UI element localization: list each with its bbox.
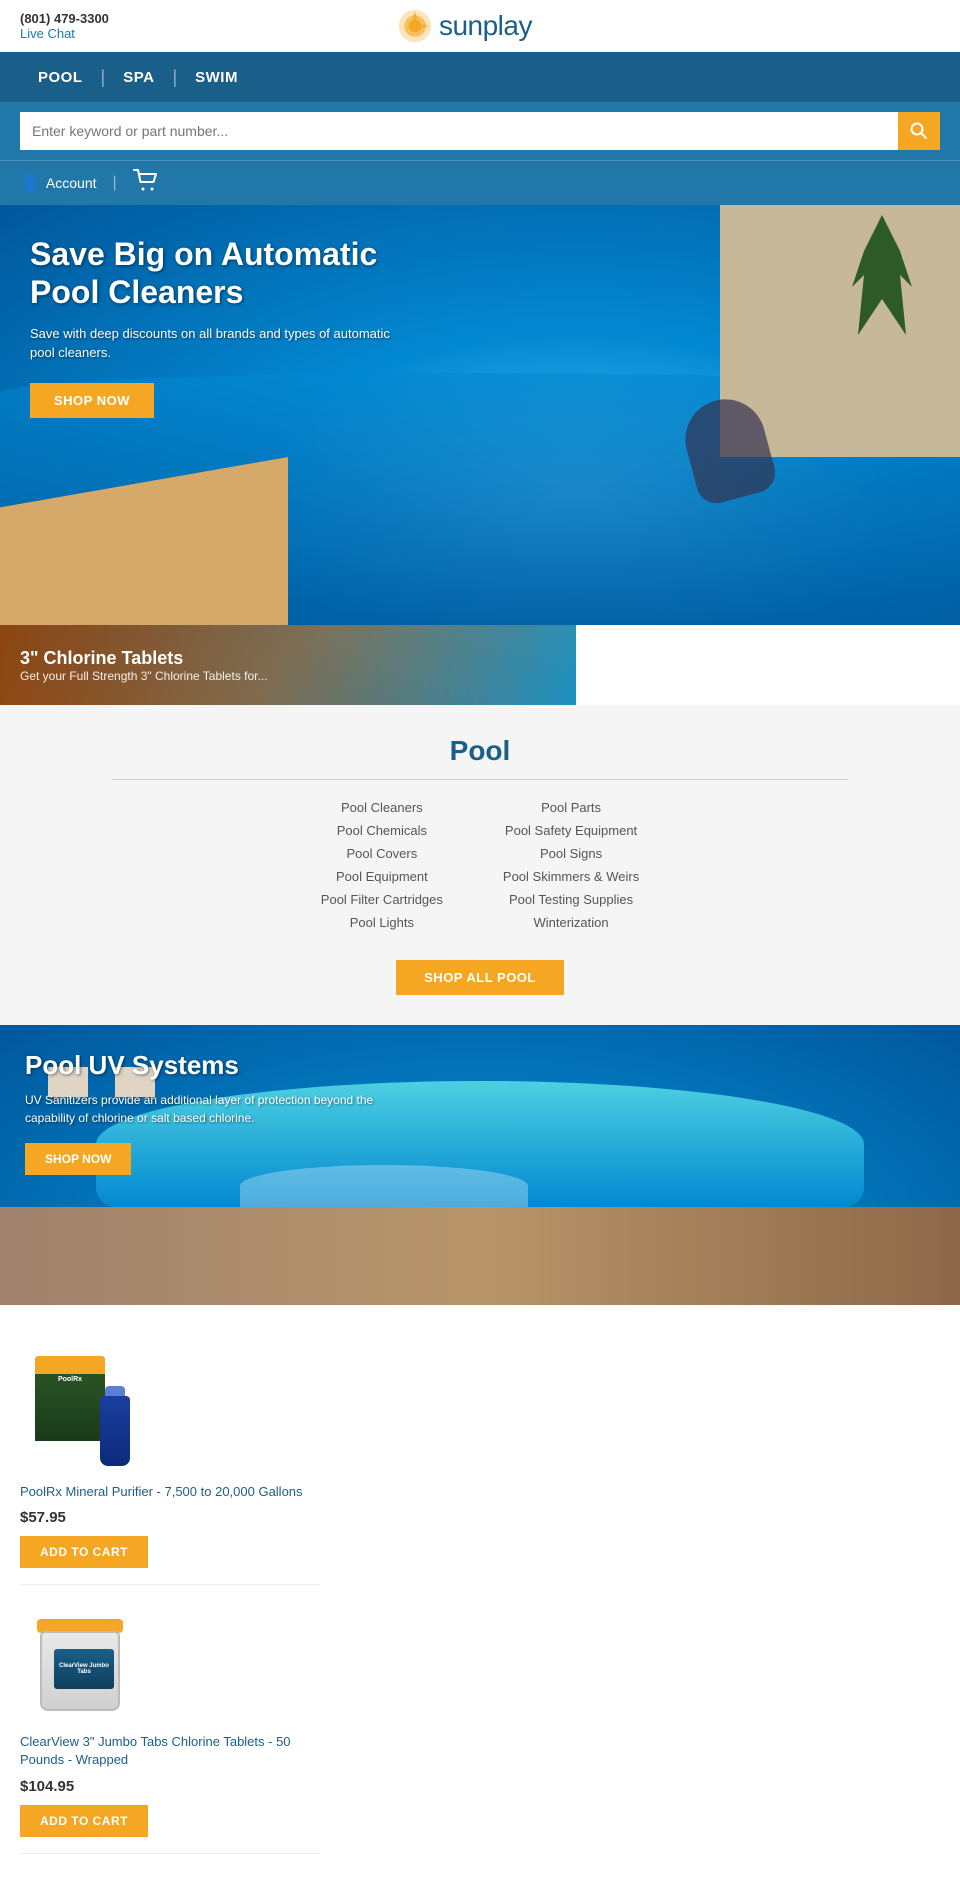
- clearview-product-image: ClearView Jumbo Tabs: [35, 1611, 125, 1711]
- logo[interactable]: sunplay: [397, 8, 532, 44]
- pool-cat-cleaners[interactable]: Pool Cleaners: [321, 800, 443, 815]
- search-input[interactable]: [20, 112, 898, 150]
- nav-pool[interactable]: POOL: [20, 52, 101, 102]
- pool-categories-left: Pool Cleaners Pool Chemicals Pool Covers…: [321, 800, 443, 930]
- pool-categories: Pool Cleaners Pool Chemicals Pool Covers…: [20, 800, 940, 930]
- sunplay-logo-icon: [397, 8, 433, 44]
- pool-cat-skimmers[interactable]: Pool Skimmers & Weirs: [503, 869, 639, 884]
- uv-patio: [0, 1207, 960, 1305]
- account-bar: 👤 Account |: [0, 160, 960, 205]
- chlorine-subtitle: Get your Full Strength 3" Chlorine Table…: [20, 669, 268, 683]
- uv-content: Pool UV Systems UV Sanitizers provide an…: [25, 1050, 385, 1175]
- account-link[interactable]: 👤 Account: [20, 173, 97, 193]
- poolrx-product-image: PoolRx: [30, 1356, 130, 1466]
- pool-cat-safety[interactable]: Pool Safety Equipment: [503, 823, 639, 838]
- pool-section-divider: [112, 779, 848, 780]
- product-name-poolrx[interactable]: PoolRx Mineral Purifier - 7,500 to 20,00…: [20, 1483, 303, 1501]
- pool-categories-right: Pool Parts Pool Safety Equipment Pool Si…: [503, 800, 639, 930]
- search-bar: [0, 102, 960, 160]
- products-section: PoolRx PoolRx Mineral Purifier - 7,500 t…: [0, 1305, 960, 1884]
- pool-cat-covers[interactable]: Pool Covers: [321, 846, 443, 861]
- account-label: Account: [46, 175, 97, 191]
- hero-banner: Save Big on Automatic Pool Cleaners Save…: [0, 205, 960, 625]
- nav-swim[interactable]: SWIM: [177, 52, 256, 102]
- pool-cat-filter-cartridges[interactable]: Pool Filter Cartridges: [321, 892, 443, 907]
- nav-spa[interactable]: SPA: [105, 52, 172, 102]
- pool-section: Pool Pool Cleaners Pool Chemicals Pool C…: [0, 705, 960, 1025]
- contact-info: (801) 479-3300 Live Chat: [20, 11, 109, 41]
- hero-title: Save Big on Automatic Pool Cleaners: [30, 235, 410, 312]
- pool-cat-lights[interactable]: Pool Lights: [321, 915, 443, 930]
- poolrx-box-top: [35, 1356, 105, 1374]
- logo-text: sunplay: [439, 10, 532, 42]
- pool-cat-equipment[interactable]: Pool Equipment: [321, 869, 443, 884]
- add-to-cart-poolrx[interactable]: ADD TO CART: [20, 1536, 148, 1568]
- person-icon: 👤: [20, 173, 40, 193]
- shop-all-pool-button[interactable]: SHOP ALL POOL: [396, 960, 564, 995]
- product-image-clearview[interactable]: ClearView Jumbo Tabs: [20, 1601, 140, 1721]
- chlorine-content: 3" Chlorine Tablets Get your Full Streng…: [20, 648, 268, 683]
- uv-banner: Pool UV Systems UV Sanitizers provide an…: [0, 1025, 960, 1305]
- product-name-clearview[interactable]: ClearView 3" Jumbo Tabs Chlorine Tablets…: [20, 1733, 320, 1769]
- phone-number[interactable]: (801) 479-3300: [20, 11, 109, 26]
- add-to-cart-clearview[interactable]: ADD TO CART: [20, 1805, 148, 1837]
- pool-cat-parts[interactable]: Pool Parts: [503, 800, 639, 815]
- uv-title: Pool UV Systems: [25, 1050, 385, 1081]
- poolrx-bottle: [100, 1396, 130, 1466]
- pool-cat-winterization[interactable]: Winterization: [503, 915, 639, 930]
- pool-cat-chemicals[interactable]: Pool Chemicals: [321, 823, 443, 838]
- search-icon: [910, 122, 928, 140]
- product-card-poolrx: PoolRx PoolRx Mineral Purifier - 7,500 t…: [20, 1335, 320, 1585]
- uv-subtitle: UV Sanitizers provide an additional laye…: [25, 1091, 385, 1127]
- product-card-clearview: ClearView Jumbo Tabs ClearView 3" Jumbo …: [20, 1585, 320, 1853]
- product-price-poolrx: $57.95: [20, 1509, 66, 1526]
- poolrx-box-label: PoolRx: [40, 1376, 100, 1383]
- pool-section-title: Pool: [20, 735, 940, 767]
- hero-cta-button[interactable]: SHOP NOW: [30, 383, 154, 418]
- main-nav: POOL | SPA | SWIM: [0, 52, 960, 102]
- top-bar: (801) 479-3300 Live Chat sunplay: [0, 0, 960, 52]
- pool-cat-signs[interactable]: Pool Signs: [503, 846, 639, 861]
- account-bar-divider: |: [113, 174, 117, 192]
- pool-cat-testing[interactable]: Pool Testing Supplies: [503, 892, 639, 907]
- cart-icon: [133, 169, 159, 191]
- hero-content: Save Big on Automatic Pool Cleaners Save…: [30, 235, 410, 418]
- live-chat-link[interactable]: Live Chat: [20, 26, 109, 41]
- product-price-clearview: $104.95: [20, 1778, 74, 1795]
- clearview-label-text: ClearView Jumbo Tabs: [54, 1663, 114, 1675]
- chlorine-strip[interactable]: 3" Chlorine Tablets Get your Full Streng…: [0, 625, 576, 705]
- uv-cta-button[interactable]: SHOP NOW: [25, 1143, 131, 1175]
- product-image-poolrx[interactable]: PoolRx: [20, 1351, 140, 1471]
- chlorine-title: 3" Chlorine Tablets: [20, 648, 268, 669]
- hero-subtitle: Save with deep discounts on all brands a…: [30, 324, 410, 363]
- search-button[interactable]: [898, 112, 940, 150]
- cart-button[interactable]: [133, 169, 159, 197]
- clearview-label: ClearView Jumbo Tabs: [54, 1649, 114, 1689]
- clearview-bucket: ClearView Jumbo Tabs: [40, 1631, 120, 1711]
